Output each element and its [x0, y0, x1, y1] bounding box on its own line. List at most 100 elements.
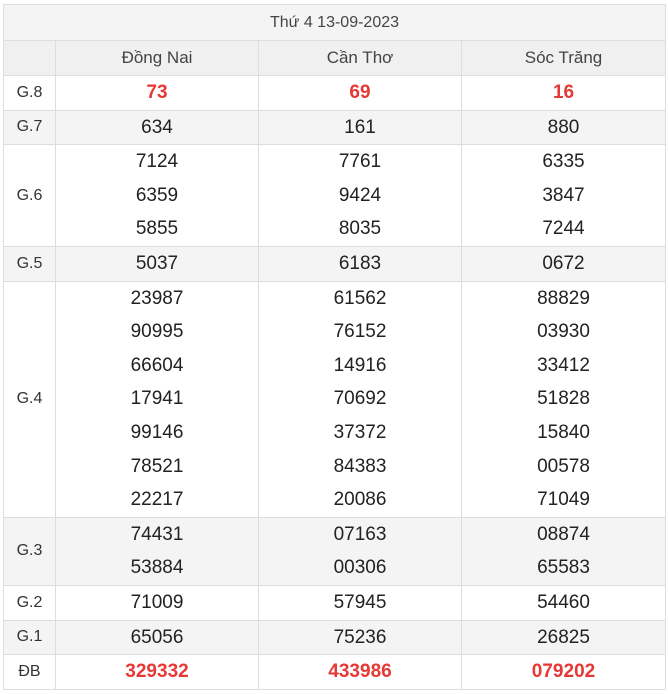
results-body: G.8 73 69 16 G.7 634 161 880 G.6 7124 6359 5855 7761… — [3, 75, 667, 690]
prize-number: 99146 — [130, 421, 184, 443]
prize-number: 54460 — [537, 591, 590, 613]
prize-number: 03930 — [537, 321, 590, 343]
prize-number: 73 — [146, 82, 168, 103]
prize-cell-can-tho: 433986 — [258, 654, 462, 690]
prize-row: G.3 74431 53884 07163 00306 08874 65583 — [3, 516, 667, 586]
prize-label: G.6 — [3, 144, 56, 247]
prize-label: G.4 — [3, 280, 56, 518]
prize-number: 65056 — [130, 626, 184, 648]
prize-number: 17941 — [130, 388, 184, 410]
prize-number: 22217 — [130, 489, 184, 511]
prize-number: 08874 — [537, 523, 590, 545]
prize-number: 634 — [141, 116, 173, 138]
prize-label: G.5 — [3, 245, 56, 282]
prize-cell-soc-trang: 880 — [460, 109, 667, 146]
prize-number: 8035 — [338, 218, 382, 240]
prize-number: 65583 — [537, 557, 590, 579]
prize-row: G.5 5037 6183 0672 — [3, 245, 667, 282]
prize-number: 6359 — [135, 184, 179, 206]
prize-number: 5037 — [135, 252, 179, 274]
prize-cell-dong-nai: 73 — [55, 75, 259, 111]
prize-number: 74431 — [130, 523, 184, 545]
prize-number: 84383 — [333, 455, 387, 477]
prize-cell-can-tho: 7761 9424 8035 — [258, 144, 462, 247]
prize-number: 78521 — [130, 455, 184, 477]
prize-cell-soc-trang: 16 — [460, 75, 667, 111]
prize-number: 7761 — [338, 151, 382, 173]
prize-row: G.4 23987 90995 66604 17941 99146 78521 22217 61… — [3, 280, 667, 518]
prize-label: ĐB — [3, 654, 56, 690]
prize-number: 14916 — [333, 354, 387, 376]
prize-cell-soc-trang: 079202 — [460, 654, 667, 690]
province-header-row: Đồng Nai Cần Thơ Sóc Trăng — [3, 40, 667, 76]
prize-number: 00578 — [537, 455, 590, 477]
prize-cell-dong-nai: 7124 6359 5855 — [55, 144, 259, 247]
prize-cell-can-tho: 75236 — [258, 619, 462, 656]
prize-number: 88829 — [537, 287, 590, 309]
prize-label: G.3 — [3, 516, 56, 586]
prize-number: 66604 — [130, 354, 184, 376]
prize-number: 433986 — [328, 661, 392, 683]
prize-number: 0672 — [542, 252, 585, 274]
prize-number: 37372 — [333, 421, 387, 443]
prize-number: 71049 — [537, 489, 590, 511]
prize-number: 3847 — [542, 184, 585, 206]
prize-cell-dong-nai: 65056 — [55, 619, 259, 656]
prize-number: 61562 — [333, 287, 387, 309]
prize-cell-dong-nai: 74431 53884 — [55, 516, 259, 586]
prize-number: 69 — [349, 82, 371, 103]
prize-number: 00306 — [333, 557, 387, 579]
prize-number: 16 — [552, 82, 575, 103]
prize-number: 90995 — [130, 321, 184, 343]
prize-number: 880 — [547, 116, 580, 138]
prize-cell-can-tho: 6183 — [258, 245, 462, 282]
prize-number: 079202 — [531, 661, 596, 683]
prize-cell-dong-nai: 5037 — [55, 245, 259, 282]
prize-cell-can-tho: 07163 00306 — [258, 516, 462, 586]
prize-number: 75236 — [333, 626, 387, 648]
prize-number: 33412 — [537, 354, 590, 376]
prize-row: G.6 7124 6359 5855 7761 9424 8035 6335 3847 7244 — [3, 144, 667, 247]
prize-row: G.2 71009 57945 54460 — [3, 584, 667, 621]
prize-number: 57945 — [333, 591, 387, 613]
prize-number: 51828 — [537, 388, 590, 410]
header-blank-cell — [3, 40, 56, 76]
prize-label: G.1 — [3, 619, 56, 656]
lottery-results-panel: Thứ 4 13-09-2023 Đồng Nai Cần Thơ Sóc Tr… — [2, 4, 667, 690]
prize-cell-soc-trang: 26825 — [460, 619, 667, 656]
prize-cell-soc-trang: 88829 03930 33412 51828 15840 00578 71049 — [460, 280, 667, 518]
lottery-results-table: Thứ 4 13-09-2023 Đồng Nai Cần Thơ Sóc Tr… — [2, 4, 667, 690]
prize-number: 7124 — [135, 151, 179, 173]
prize-number: 23987 — [130, 287, 184, 309]
prize-cell-soc-trang: 54460 — [460, 584, 667, 621]
prize-label: G.7 — [3, 109, 56, 146]
prize-row: G.7 634 161 880 — [3, 109, 667, 146]
prize-number: 71009 — [130, 591, 184, 613]
prize-number: 161 — [344, 116, 376, 138]
prize-row: G.8 73 69 16 — [3, 75, 667, 111]
prize-cell-soc-trang: 6335 3847 7244 — [460, 144, 667, 247]
prize-cell-can-tho: 61562 76152 14916 70692 37372 84383 20086 — [258, 280, 462, 518]
prize-cell-dong-nai: 634 — [55, 109, 259, 146]
prize-number: 76152 — [333, 321, 387, 343]
province-header-can-tho[interactable]: Cần Thơ — [258, 40, 462, 76]
prize-row: G.1 65056 75236 26825 — [3, 619, 667, 656]
prize-number: 53884 — [130, 557, 184, 579]
prize-row: ĐB 329332 433986 079202 — [3, 654, 667, 690]
province-header-dong-nai[interactable]: Đồng Nai — [55, 40, 259, 76]
prize-cell-soc-trang: 0672 — [460, 245, 667, 282]
prize-number: 5855 — [135, 218, 179, 240]
prize-number: 20086 — [333, 489, 387, 511]
prize-cell-dong-nai: 23987 90995 66604 17941 99146 78521 22217 — [55, 280, 259, 518]
prize-cell-can-tho: 161 — [258, 109, 462, 146]
prize-number: 15840 — [537, 421, 590, 443]
prize-number: 6335 — [542, 151, 585, 173]
prize-cell-soc-trang: 08874 65583 — [460, 516, 667, 586]
prize-number: 70692 — [333, 388, 387, 410]
prize-cell-dong-nai: 329332 — [55, 654, 259, 690]
prize-label: G.8 — [3, 75, 56, 111]
province-header-soc-trang[interactable]: Sóc Trăng — [460, 40, 667, 76]
prize-cell-can-tho: 57945 — [258, 584, 462, 621]
prize-number: 6183 — [338, 252, 382, 274]
prize-number: 9424 — [338, 184, 382, 206]
